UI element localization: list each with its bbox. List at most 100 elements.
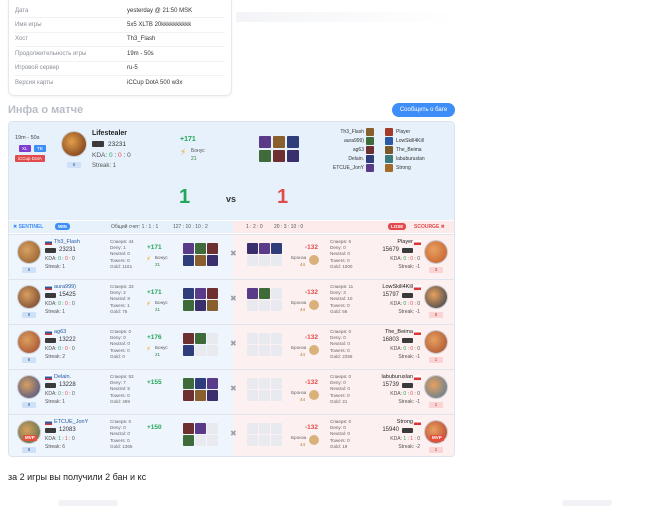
item-icon[interactable] [183,423,194,434]
item-icon[interactable] [195,333,206,344]
item-icon[interactable] [259,255,270,266]
roster-player[interactable]: ag63 [353,147,364,153]
roster-player[interactable]: Player [396,129,410,135]
roster-player[interactable]: labuburuslan [396,156,425,162]
item-icon[interactable] [271,255,282,266]
country-flag-icon [414,240,421,245]
item-icon[interactable] [247,255,258,266]
item-icon[interactable] [207,435,218,446]
item-icon[interactable] [247,423,258,434]
item-icon[interactable] [183,345,194,356]
item-icon[interactable] [195,435,206,446]
item-icon[interactable] [271,333,282,344]
item-icon[interactable] [259,288,270,299]
hero-avatar[interactable] [424,375,448,399]
item-icon[interactable] [271,345,282,356]
hero-avatar[interactable] [61,131,87,157]
roster-player[interactable]: Strong [396,165,411,171]
item-icon[interactable] [207,300,218,311]
hero-avatar[interactable] [17,330,41,354]
item-icon[interactable] [287,150,299,162]
roster-player[interactable]: Th3_Flash [340,129,364,135]
bonus-label: Бонус [191,148,205,154]
item-icon[interactable] [247,378,258,389]
item-icon[interactable] [183,390,194,401]
item-icon[interactable] [271,300,282,311]
item-icon[interactable] [195,300,206,311]
player-name[interactable]: Player [397,239,413,245]
item-icon[interactable] [259,243,270,254]
item-icon[interactable] [271,288,282,299]
roster-player[interactable]: Delain. [348,156,364,162]
item-icon[interactable] [195,390,206,401]
item-icon[interactable] [207,390,218,401]
item-icon[interactable] [207,333,218,344]
item-icon[interactable] [183,255,194,266]
item-icon[interactable] [259,345,270,356]
item-icon[interactable] [271,423,282,434]
item-icon[interactable] [207,345,218,356]
item-icon[interactable] [183,243,194,254]
bronze-rank-icon [309,390,319,400]
item-icon[interactable] [259,378,270,389]
player-name[interactable]: labuburuslan [382,374,414,380]
player-name[interactable]: aura999) [54,284,76,290]
item-icon[interactable] [247,288,258,299]
item-icon[interactable] [259,423,270,434]
item-icon[interactable] [271,378,282,389]
item-icon[interactable] [247,300,258,311]
player-name[interactable]: The_Beima [385,329,413,335]
item-icon[interactable] [195,255,206,266]
item-icon[interactable] [207,243,218,254]
hero-avatar[interactable] [424,240,448,264]
hero-avatar[interactable] [424,285,448,309]
item-icon[interactable] [259,150,271,162]
item-icon[interactable] [207,255,218,266]
item-icon[interactable] [183,300,194,311]
item-icon[interactable] [195,378,206,389]
item-icon[interactable] [271,243,282,254]
item-icon[interactable] [259,333,270,344]
item-icon[interactable] [183,288,194,299]
player-name[interactable]: LowSkill4Kill [382,284,413,290]
item-icon[interactable] [259,390,270,401]
item-icon[interactable] [183,378,194,389]
info-value: 5x5 XLTB 20kkkkkkkkkk [127,22,192,29]
item-icon[interactable] [247,345,258,356]
item-icon[interactable] [195,288,206,299]
item-icon[interactable] [271,435,282,446]
player-name[interactable]: Th3_Flash [54,239,80,245]
item-icon[interactable] [207,288,218,299]
item-icon[interactable] [195,423,206,434]
item-icon[interactable] [287,136,299,148]
roster-player[interactable]: LowSkill4Kill [396,138,424,144]
item-icon[interactable] [259,136,271,148]
item-icon[interactable] [183,333,194,344]
report-bug-button[interactable]: Сообщить о баге [392,103,455,117]
item-icon[interactable] [273,150,285,162]
item-icon[interactable] [271,390,282,401]
player-name[interactable]: Strong [397,419,413,425]
roster-player[interactable]: The_Beima [396,147,422,153]
item-icon[interactable] [247,435,258,446]
hero-avatar[interactable] [424,330,448,354]
roster-player[interactable]: ETCUE_JonY [333,165,364,171]
hero-avatar[interactable] [17,375,41,399]
item-icon[interactable] [259,435,270,446]
item-icon[interactable] [195,243,206,254]
item-icon[interactable] [247,390,258,401]
item-icon[interactable] [247,243,258,254]
item-icon[interactable] [207,423,218,434]
item-icon[interactable] [247,333,258,344]
roster-player[interactable]: aura999) [344,138,364,144]
item-icon[interactable] [183,435,194,446]
item-icon[interactable] [273,136,285,148]
player-name[interactable]: ETCUE_JonY [54,419,88,425]
hero-avatar[interactable] [17,285,41,309]
player-name[interactable]: ag63 [54,329,66,335]
item-icon[interactable] [195,345,206,356]
item-icon[interactable] [207,378,218,389]
hero-avatar[interactable] [17,240,41,264]
player-name[interactable]: Delain. [54,374,71,380]
item-icon[interactable] [259,300,270,311]
